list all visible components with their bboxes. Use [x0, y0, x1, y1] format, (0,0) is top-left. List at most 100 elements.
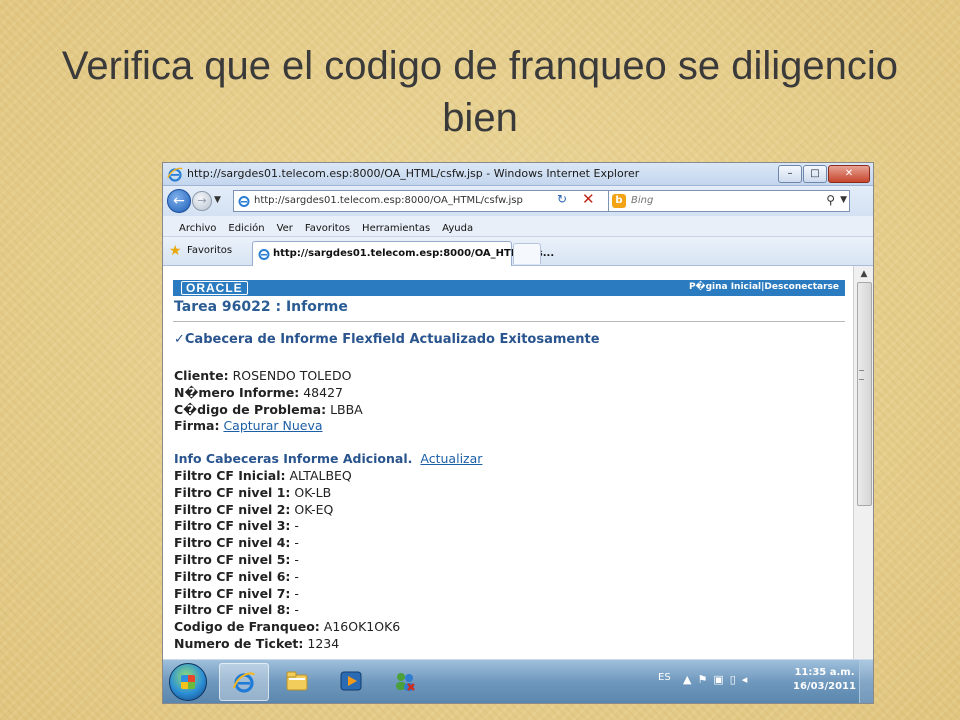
filter-label: Codigo de Franqueo:: [174, 619, 320, 635]
page-title: Tarea 96022 : Informe: [174, 299, 348, 315]
system-tray-icons[interactable]: ▲⚑▣▯◂: [683, 673, 753, 686]
tab-title: http://sargdes01.telecom.esp:8000/OA_HTM…: [273, 248, 555, 259]
capturar-nueva-link[interactable]: Capturar Nueva: [223, 418, 322, 433]
forward-button[interactable]: →: [192, 191, 212, 211]
filter-label: Filtro CF nivel 4:: [174, 535, 291, 551]
field-value: LBBA: [330, 402, 363, 417]
address-input[interactable]: [254, 192, 584, 208]
section-title-text: Info Cabeceras Informe Adicional.: [174, 451, 413, 466]
menu-ver[interactable]: Ver: [271, 219, 299, 239]
menu-edicion[interactable]: Edición: [222, 219, 270, 239]
field-value: ROSENDO TOLEDO: [232, 368, 352, 383]
header-links[interactable]: P�gina Inicial|Desconectarse: [689, 282, 839, 292]
language-indicator[interactable]: ES: [658, 672, 671, 683]
oracle-logo: ORACLE: [181, 281, 248, 295]
scroll-up-icon[interactable]: ▲: [854, 266, 873, 282]
filter-label: Filtro CF nivel 3:: [174, 518, 291, 534]
users-icon: [396, 673, 415, 691]
filter-label: Filtro CF nivel 1:: [174, 484, 291, 500]
field-label: N�mero Informe:: [174, 385, 300, 400]
internet-explorer-icon: [233, 672, 255, 693]
taskbar-messenger[interactable]: [381, 663, 429, 699]
filter-row: Filtro CF nivel 3: -: [174, 518, 299, 533]
filter-row: Numero de Ticket: 1234: [174, 636, 339, 651]
oracle-header-bar: ORACLE P�gina Inicial|Desconectarse: [173, 280, 845, 296]
filter-label: Filtro CF nivel 2:: [174, 501, 291, 517]
filter-label: Filtro CF nivel 6:: [174, 568, 291, 584]
filter-label: Filtro CF nivel 5:: [174, 552, 291, 567]
scrollbar-grip-icon: [859, 370, 864, 380]
filter-value: -: [294, 585, 299, 601]
recent-pages-chevron-down-icon[interactable]: ▼: [214, 195, 221, 205]
filter-value: -: [294, 518, 299, 534]
clock-date: 16/03/2011: [793, 681, 856, 692]
address-bar[interactable]: ▼: [233, 190, 630, 212]
show-desktop-button[interactable]: [859, 660, 873, 703]
browser-tab[interactable]: http://sargdes01.telecom.esp:8000/OA_HTM…: [252, 241, 554, 266]
field-label: C�digo de Problema:: [174, 402, 327, 417]
menu-bar: Archivo Edición Ver Favoritos Herramientas Ay…: [163, 216, 873, 237]
back-button[interactable]: ←: [167, 189, 191, 213]
taskbar-internet-explorer[interactable]: [219, 663, 269, 701]
filter-label: Numero de Ticket:: [174, 636, 304, 651]
navigation-bar: ← → ▼ ▼ ↻ ✕ b ⚲ ▼: [163, 186, 873, 216]
menu-herramientas[interactable]: Herramientas: [356, 219, 436, 239]
media-player-icon: [340, 671, 362, 691]
window-titlebar[interactable]: http://sargdes01.telecom.esp:8000/OA_HTM…: [163, 163, 873, 186]
field-label: Firma:: [174, 418, 220, 433]
actualizar-link[interactable]: Actualizar: [420, 451, 482, 466]
taskbar-media-player[interactable]: [327, 663, 375, 699]
browser-screenshot: http://sargdes01.telecom.esp:8000/OA_HTM…: [163, 163, 873, 703]
search-icon[interactable]: ⚲: [826, 193, 835, 207]
window-title: http://sargdes01.telecom.esp:8000/OA_HTM…: [187, 167, 640, 180]
field-firma: Firma: Capturar Nueva: [174, 418, 323, 433]
field-cliente: Cliente: ROSENDO TOLEDO: [174, 368, 352, 383]
divider: [173, 321, 845, 322]
favorites-star-icon[interactable]: ★: [169, 243, 182, 259]
filter-value: ALTALBEQ: [289, 468, 352, 483]
info-section-title: Info Cabeceras Informe Adicional. Actuali…: [174, 451, 482, 466]
tab-favicon-icon: [258, 249, 270, 260]
filter-row: Filtro CF nivel 8: -: [174, 602, 299, 617]
new-tab-button[interactable]: [513, 243, 541, 264]
filter-label: Filtro CF Inicial:: [174, 468, 286, 483]
favorites-button[interactable]: Favoritos: [187, 245, 232, 256]
field-label: Cliente:: [174, 368, 229, 383]
filter-row: Filtro CF nivel 7: -: [174, 586, 299, 601]
close-button[interactable]: ✕: [828, 165, 870, 183]
vertical-scrollbar[interactable]: ▲: [853, 266, 873, 659]
page-content: ORACLE P�gina Inicial|Desconectarse Tare…: [163, 266, 853, 659]
filter-row: Filtro CF nivel 4: -: [174, 535, 299, 550]
success-message: ✓Cabecera de Informe Flexfield Actualiza…: [174, 332, 600, 347]
field-numero-informe: N�mero Informe: 48427: [174, 385, 343, 400]
menu-favoritos[interactable]: Favoritos: [299, 219, 356, 239]
field-value: 48427: [303, 385, 343, 400]
menu-ayuda[interactable]: Ayuda: [436, 219, 479, 239]
start-button[interactable]: [169, 663, 207, 701]
clock[interactable]: 11:35 a.m. 16/03/2011: [793, 666, 856, 694]
search-input[interactable]: [631, 192, 821, 208]
field-codigo-problema: C�digo de Problema: LBBA: [174, 402, 363, 417]
ie-logo-icon: [167, 167, 183, 182]
menu-archivo[interactable]: Archivo: [173, 219, 222, 239]
filter-row: Filtro CF nivel 2: OK-EQ: [174, 502, 333, 517]
minimize-button[interactable]: –: [778, 165, 802, 183]
taskbar-explorer[interactable]: [273, 663, 321, 699]
filter-label: Filtro CF nivel 8:: [174, 602, 291, 618]
favorites-bar: ★ Favoritos http://sargdes01.telecom.esp…: [163, 237, 873, 266]
filter-row: Filtro CF nivel 6: -: [174, 569, 299, 584]
filter-value: -: [294, 535, 299, 551]
filter-value: 1234: [307, 636, 340, 651]
search-bar[interactable]: b ⚲ ▼: [608, 190, 850, 212]
search-options-chevron-down-icon[interactable]: ▼: [840, 195, 847, 205]
filter-row: Codigo de Franqueo: A16OK1OK6: [174, 619, 400, 634]
refresh-icon[interactable]: ↻: [557, 192, 567, 206]
bing-icon: b: [612, 194, 626, 208]
maximize-button[interactable]: □: [803, 165, 827, 183]
filter-value: A16OK1OK6: [323, 619, 401, 635]
page-favicon-icon: [238, 196, 250, 207]
filter-value: -: [294, 602, 299, 618]
stop-icon[interactable]: ✕: [582, 190, 595, 208]
clock-time: 11:35 a.m.: [794, 667, 855, 678]
scrollbar-thumb[interactable]: [857, 282, 872, 506]
